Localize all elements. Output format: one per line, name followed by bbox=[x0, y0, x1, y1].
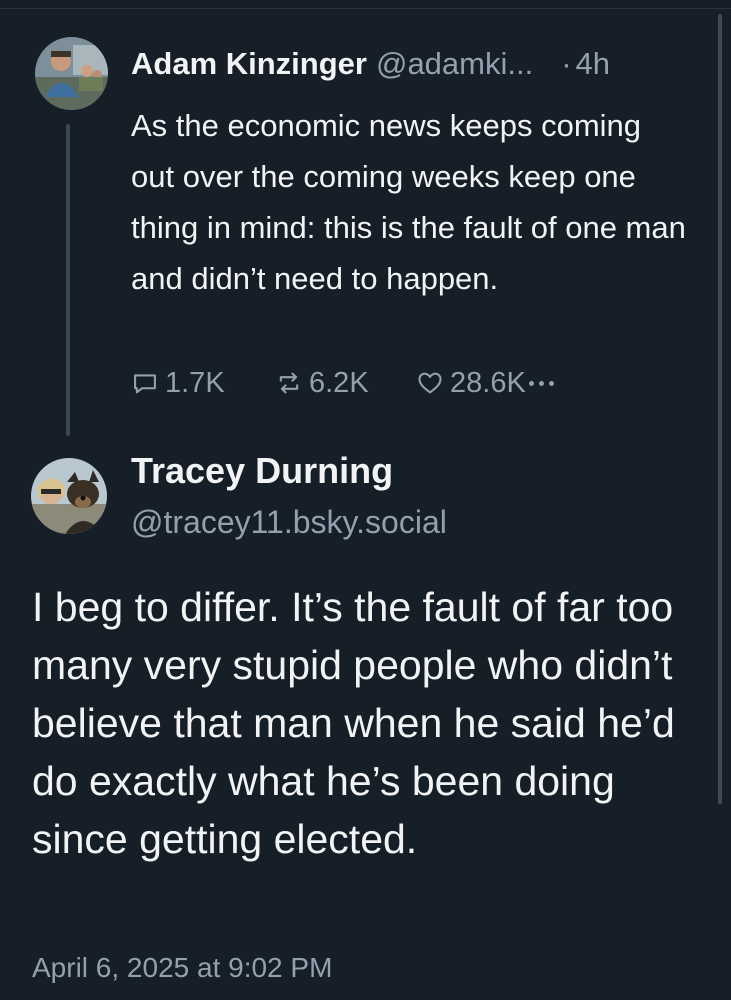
parent-post-actions: 1.7K 6.2K 28.6K bbox=[131, 365, 554, 401]
parent-post-text: As the economic news keeps coming out ov… bbox=[131, 108, 686, 296]
reply-count: 1.7K bbox=[165, 366, 225, 399]
like-button[interactable]: 28.6K bbox=[416, 367, 529, 400]
parent-post-time[interactable]: 4h bbox=[576, 46, 610, 82]
like-count: 28.6K bbox=[450, 366, 526, 399]
repost-count: 6.2K bbox=[309, 366, 369, 399]
post-timestamp: April 6, 2025 at 9:02 PM bbox=[32, 952, 333, 983]
reply-button[interactable]: 1.7K bbox=[131, 367, 275, 400]
scrollbar[interactable] bbox=[718, 14, 722, 804]
top-divider bbox=[0, 0, 731, 9]
main-author-name[interactable]: Tracey Durning bbox=[131, 450, 393, 492]
repost-button[interactable]: 6.2K bbox=[275, 367, 416, 400]
ellipsis-icon[interactable] bbox=[529, 365, 554, 401]
repost-arrows-icon bbox=[275, 369, 303, 397]
thread-connector-line bbox=[66, 124, 70, 436]
heart-outline-icon bbox=[416, 369, 444, 397]
parent-author-name[interactable]: Adam Kinzinger bbox=[131, 46, 367, 82]
parent-author-handle[interactable]: @adamki... bbox=[376, 46, 533, 82]
main-author-avatar[interactable] bbox=[31, 458, 107, 534]
main-author-handle[interactable]: @tracey11.bsky.social bbox=[131, 504, 447, 541]
main-post-text: I beg to differ. It’s the fault of far t… bbox=[32, 584, 675, 862]
parent-post-header: Adam Kinzinger @adamki... · 4h bbox=[131, 44, 610, 84]
reply-bubble-icon bbox=[131, 369, 159, 397]
parent-author-avatar[interactable] bbox=[35, 37, 108, 110]
separator-dot: · bbox=[561, 46, 572, 81]
